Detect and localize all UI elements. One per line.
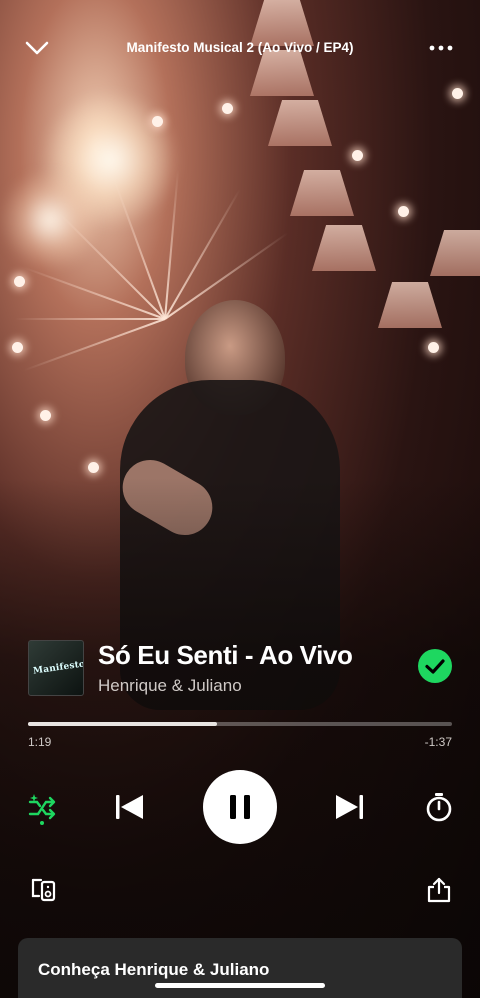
lamp-shade xyxy=(268,100,332,146)
light-ray xyxy=(23,266,166,320)
pause-icon[interactable] xyxy=(203,770,277,844)
cover-logo-text: Manifesto xyxy=(32,659,84,677)
now-playing-header: Manifesto Musical 2 (Ao Vivo / EP4) xyxy=(0,30,480,66)
light-bulb xyxy=(428,342,439,353)
lamp-shade xyxy=(430,230,480,276)
elapsed-time: 1:19 xyxy=(28,735,52,749)
light-bulb xyxy=(12,342,23,353)
light-ray xyxy=(23,318,166,372)
album-cover[interactable]: Manifesto xyxy=(28,640,84,696)
more-horizontal-icon[interactable] xyxy=(426,36,456,60)
playback-controls xyxy=(0,768,480,848)
light-bulb xyxy=(14,276,25,287)
share-icon[interactable] xyxy=(426,876,452,904)
light-bulb xyxy=(452,88,463,99)
light-bulb xyxy=(398,206,409,217)
home-indicator[interactable] xyxy=(155,983,325,988)
smart-shuffle-icon[interactable] xyxy=(26,792,58,826)
progress-fill xyxy=(28,722,218,726)
skip-previous-icon[interactable] xyxy=(113,790,145,824)
light-bulb xyxy=(88,462,99,473)
chevron-down-icon[interactable] xyxy=(22,36,52,60)
sleep-timer-icon[interactable] xyxy=(424,790,454,824)
track-info: Manifesto Só Eu Senti - Ao Vivo Henrique… xyxy=(28,640,452,696)
song-title[interactable]: Só Eu Senti - Ao Vivo xyxy=(98,640,353,670)
lamp-shade xyxy=(312,225,376,271)
remaining-time: -1:37 xyxy=(424,735,452,749)
about-artist-label: Conheça Henrique & Juliano xyxy=(38,960,270,979)
about-artist-card[interactable]: Conheça Henrique & Juliano xyxy=(18,938,462,998)
light-bulb xyxy=(40,410,51,421)
check-circle-icon[interactable] xyxy=(418,649,452,683)
album-title[interactable]: Manifesto Musical 2 (Ao Vivo / EP4) xyxy=(70,40,410,55)
lamp-shade xyxy=(378,282,442,328)
stage-light-glow xyxy=(0,170,100,270)
canvas-video-background xyxy=(0,0,480,998)
song-artist[interactable]: Henrique & Juliano xyxy=(98,676,242,696)
light-bulb xyxy=(222,103,233,114)
connect-device-icon[interactable] xyxy=(30,876,58,904)
light-ray xyxy=(15,318,165,320)
lamp-shade xyxy=(290,170,354,216)
progress-bar[interactable] xyxy=(28,722,452,726)
light-bulb xyxy=(152,116,163,127)
bottom-shade xyxy=(0,478,480,998)
light-bulb xyxy=(352,150,363,161)
skip-next-icon[interactable] xyxy=(334,790,366,824)
